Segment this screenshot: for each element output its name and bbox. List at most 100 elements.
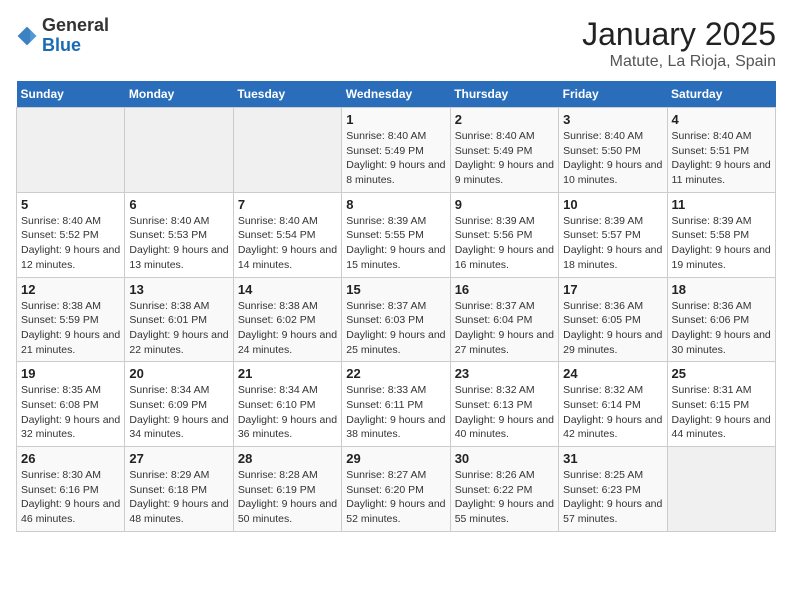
day-info: Sunrise: 8:40 AM Sunset: 5:53 PM Dayligh… <box>129 214 228 273</box>
calendar-cell: 22Sunrise: 8:33 AM Sunset: 6:11 PM Dayli… <box>342 362 450 447</box>
day-info: Sunrise: 8:40 AM Sunset: 5:50 PM Dayligh… <box>563 129 662 188</box>
day-number: 24 <box>563 366 662 381</box>
day-number: 18 <box>672 282 771 297</box>
day-info: Sunrise: 8:34 AM Sunset: 6:09 PM Dayligh… <box>129 383 228 442</box>
day-info: Sunrise: 8:40 AM Sunset: 5:49 PM Dayligh… <box>346 129 445 188</box>
logo-icon <box>16 25 38 47</box>
weekday-header-wednesday: Wednesday <box>342 81 450 108</box>
weekday-header-tuesday: Tuesday <box>233 81 341 108</box>
calendar-week-2: 5 Sunrise: 8:40 AM Sunset: 5:52 PM Daylig… <box>17 192 776 277</box>
day-number: 20 <box>129 366 228 381</box>
calendar-cell <box>233 108 341 193</box>
day-number: 15 <box>346 282 445 297</box>
day-number: 21 <box>238 366 337 381</box>
day-number: 27 <box>129 451 228 466</box>
day-number: 29 <box>346 451 445 466</box>
day-number: 2 <box>455 112 554 127</box>
day-info: Sunrise: 8:39 AM Sunset: 5:58 PM Dayligh… <box>672 214 771 273</box>
calendar-cell: 1 Sunrise: 8:40 AM Sunset: 5:49 PM Daylig… <box>342 108 450 193</box>
calendar-cell: 16 Sunrise: 8:37 AM Sunset: 6:04 PM Dayli… <box>450 277 558 362</box>
calendar-cell <box>17 108 125 193</box>
day-number: 16 <box>455 282 554 297</box>
calendar-cell: 14 Sunrise: 8:38 AM Sunset: 6:02 PM Dayli… <box>233 277 341 362</box>
calendar-cell: 2Sunrise: 8:40 AM Sunset: 5:49 PM Daylig… <box>450 108 558 193</box>
day-number: 28 <box>238 451 337 466</box>
calendar-cell: 18Sunrise: 8:36 AM Sunset: 6:06 PM Dayli… <box>667 277 775 362</box>
calendar-cell <box>667 447 775 532</box>
calendar-cell: 13Sunrise: 8:38 AM Sunset: 6:01 PM Dayli… <box>125 277 233 362</box>
calendar-cell: 27 Sunrise: 8:29 AM Sunset: 6:18 PM Dayli… <box>125 447 233 532</box>
calendar-cell: 7Sunrise: 8:40 AM Sunset: 5:54 PM Daylig… <box>233 192 341 277</box>
day-info: Sunrise: 8:29 AM Sunset: 6:18 PM Dayligh… <box>129 468 228 527</box>
logo-general-text: General <box>42 15 109 35</box>
calendar-cell: 25 Sunrise: 8:31 AM Sunset: 6:15 PM Dayli… <box>667 362 775 447</box>
day-info: Sunrise: 8:25 AM Sunset: 6:23 PM Dayligh… <box>563 468 662 527</box>
calendar-cell: 24 Sunrise: 8:32 AM Sunset: 6:14 PM Dayli… <box>559 362 667 447</box>
title-area: January 2025 Matute, La Rioja, Spain <box>582 16 776 71</box>
day-info: Sunrise: 8:37 AM Sunset: 6:03 PM Dayligh… <box>346 299 445 358</box>
month-title: January 2025 <box>582 16 776 53</box>
calendar-cell: 20 Sunrise: 8:34 AM Sunset: 6:09 PM Dayli… <box>125 362 233 447</box>
day-number: 14 <box>238 282 337 297</box>
calendar-week-5: 26Sunrise: 8:30 AM Sunset: 6:16 PM Dayli… <box>17 447 776 532</box>
day-info: Sunrise: 8:26 AM Sunset: 6:22 PM Dayligh… <box>455 468 554 527</box>
day-info: Sunrise: 8:35 AM Sunset: 6:08 PM Dayligh… <box>21 383 120 442</box>
calendar-cell: 29 Sunrise: 8:27 AM Sunset: 6:20 PM Dayli… <box>342 447 450 532</box>
day-number: 7 <box>238 197 337 212</box>
weekday-header-friday: Friday <box>559 81 667 108</box>
day-number: 26 <box>21 451 120 466</box>
calendar-cell: 10Sunrise: 8:39 AM Sunset: 5:57 PM Dayli… <box>559 192 667 277</box>
day-number: 12 <box>21 282 120 297</box>
calendar-cell: 23Sunrise: 8:32 AM Sunset: 6:13 PM Dayli… <box>450 362 558 447</box>
day-number: 30 <box>455 451 554 466</box>
day-info: Sunrise: 8:40 AM Sunset: 5:51 PM Dayligh… <box>672 129 771 188</box>
day-number: 8 <box>346 197 445 212</box>
calendar-cell: 5 Sunrise: 8:40 AM Sunset: 5:52 PM Daylig… <box>17 192 125 277</box>
calendar-cell: 15 Sunrise: 8:37 AM Sunset: 6:03 PM Dayli… <box>342 277 450 362</box>
calendar-week-4: 19 Sunrise: 8:35 AM Sunset: 6:08 PM Dayli… <box>17 362 776 447</box>
calendar-cell: 3Sunrise: 8:40 AM Sunset: 5:50 PM Daylig… <box>559 108 667 193</box>
day-info: Sunrise: 8:27 AM Sunset: 6:20 PM Dayligh… <box>346 468 445 527</box>
day-info: Sunrise: 8:37 AM Sunset: 6:04 PM Dayligh… <box>455 299 554 358</box>
calendar-cell: 21 Sunrise: 8:34 AM Sunset: 6:10 PM Dayli… <box>233 362 341 447</box>
calendar-cell: 17 Sunrise: 8:36 AM Sunset: 6:05 PM Dayli… <box>559 277 667 362</box>
day-number: 13 <box>129 282 228 297</box>
day-info: Sunrise: 8:28 AM Sunset: 6:19 PM Dayligh… <box>238 468 337 527</box>
calendar-cell: 28 Sunrise: 8:28 AM Sunset: 6:19 PM Dayli… <box>233 447 341 532</box>
logo-blue-text: Blue <box>42 35 81 55</box>
day-info: Sunrise: 8:39 AM Sunset: 5:57 PM Dayligh… <box>563 214 662 273</box>
day-info: Sunrise: 8:36 AM Sunset: 6:05 PM Dayligh… <box>563 299 662 358</box>
calendar-cell: 12 Sunrise: 8:38 AM Sunset: 5:59 PM Dayli… <box>17 277 125 362</box>
day-number: 19 <box>21 366 120 381</box>
day-number: 9 <box>455 197 554 212</box>
day-info: Sunrise: 8:33 AM Sunset: 6:11 PM Dayligh… <box>346 383 445 442</box>
calendar-cell: 31 Sunrise: 8:25 AM Sunset: 6:23 PM Dayli… <box>559 447 667 532</box>
calendar-cell: 8 Sunrise: 8:39 AM Sunset: 5:55 PM Daylig… <box>342 192 450 277</box>
calendar-week-3: 12 Sunrise: 8:38 AM Sunset: 5:59 PM Dayli… <box>17 277 776 362</box>
day-info: Sunrise: 8:40 AM Sunset: 5:52 PM Dayligh… <box>21 214 120 273</box>
day-number: 4 <box>672 112 771 127</box>
calendar-week-1: 1 Sunrise: 8:40 AM Sunset: 5:49 PM Daylig… <box>17 108 776 193</box>
day-number: 25 <box>672 366 771 381</box>
calendar-cell: 11 Sunrise: 8:39 AM Sunset: 5:58 PM Dayli… <box>667 192 775 277</box>
day-number: 6 <box>129 197 228 212</box>
day-info: Sunrise: 8:34 AM Sunset: 6:10 PM Dayligh… <box>238 383 337 442</box>
day-number: 1 <box>346 112 445 127</box>
day-number: 23 <box>455 366 554 381</box>
weekday-header-sunday: Sunday <box>17 81 125 108</box>
day-info: Sunrise: 8:31 AM Sunset: 6:15 PM Dayligh… <box>672 383 771 442</box>
day-number: 5 <box>21 197 120 212</box>
day-info: Sunrise: 8:32 AM Sunset: 6:14 PM Dayligh… <box>563 383 662 442</box>
calendar-table: SundayMondayTuesdayWednesdayThursdayFrid… <box>16 81 776 532</box>
day-number: 31 <box>563 451 662 466</box>
day-info: Sunrise: 8:38 AM Sunset: 6:02 PM Dayligh… <box>238 299 337 358</box>
day-number: 17 <box>563 282 662 297</box>
calendar-cell: 30 Sunrise: 8:26 AM Sunset: 6:22 PM Dayli… <box>450 447 558 532</box>
weekday-header-thursday: Thursday <box>450 81 558 108</box>
calendar-cell: 4 Sunrise: 8:40 AM Sunset: 5:51 PM Daylig… <box>667 108 775 193</box>
logo: General Blue <box>16 16 109 56</box>
weekday-header-row: SundayMondayTuesdayWednesdayThursdayFrid… <box>17 81 776 108</box>
day-info: Sunrise: 8:39 AM Sunset: 5:55 PM Dayligh… <box>346 214 445 273</box>
day-info: Sunrise: 8:38 AM Sunset: 5:59 PM Dayligh… <box>21 299 120 358</box>
day-number: 11 <box>672 197 771 212</box>
